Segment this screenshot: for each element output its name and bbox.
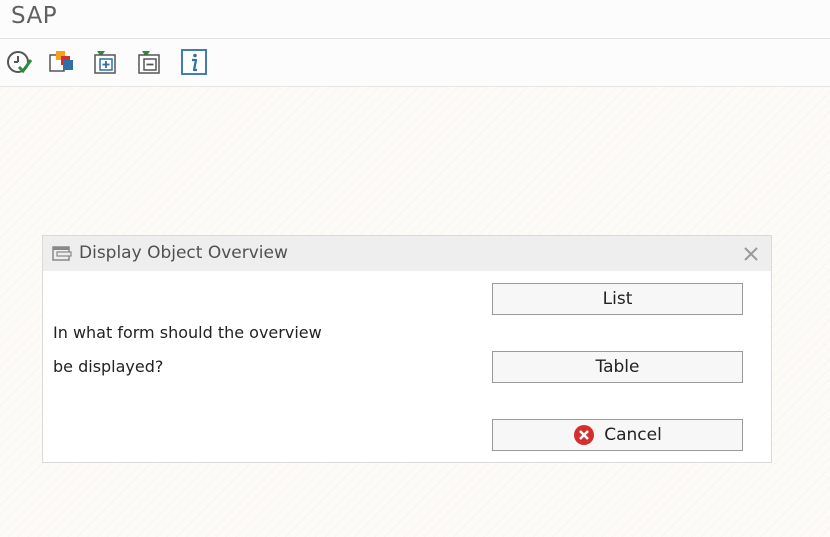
table-button-label: Table (595, 357, 640, 377)
cancel-icon (574, 425, 595, 445)
dialog-title: Display Object Overview (79, 243, 288, 263)
info-button[interactable] (180, 48, 208, 76)
application-toolbar (0, 39, 830, 87)
close-icon[interactable] (741, 244, 761, 264)
display-object-overview-dialog: Display Object Overview In what form sho… (42, 235, 772, 463)
expand-all-button[interactable] (92, 48, 120, 76)
execute-button[interactable] (5, 48, 33, 76)
cancel-button[interactable]: Cancel (492, 419, 743, 451)
info-icon (181, 49, 207, 75)
title-bar: SAP (0, 0, 830, 39)
dialog-header: Display Object Overview (43, 236, 771, 271)
collapse-all-button[interactable] (136, 48, 164, 76)
copy-objects-button[interactable] (48, 48, 76, 76)
cancel-button-label: Cancel (604, 425, 662, 445)
table-button[interactable]: Table (492, 351, 743, 383)
list-button[interactable]: List (492, 283, 743, 315)
list-button-label: List (602, 289, 633, 309)
copy-objects-icon (49, 51, 73, 72)
question-text-line-1: In what form should the overview (53, 323, 322, 342)
app-title: SAP (11, 3, 58, 29)
execute-check-icon (7, 51, 33, 74)
question-text-line-2: be displayed? (53, 357, 164, 376)
collapse-all-icon (138, 51, 160, 74)
expand-all-icon (94, 51, 116, 74)
dialog-window-icon (52, 246, 72, 261)
